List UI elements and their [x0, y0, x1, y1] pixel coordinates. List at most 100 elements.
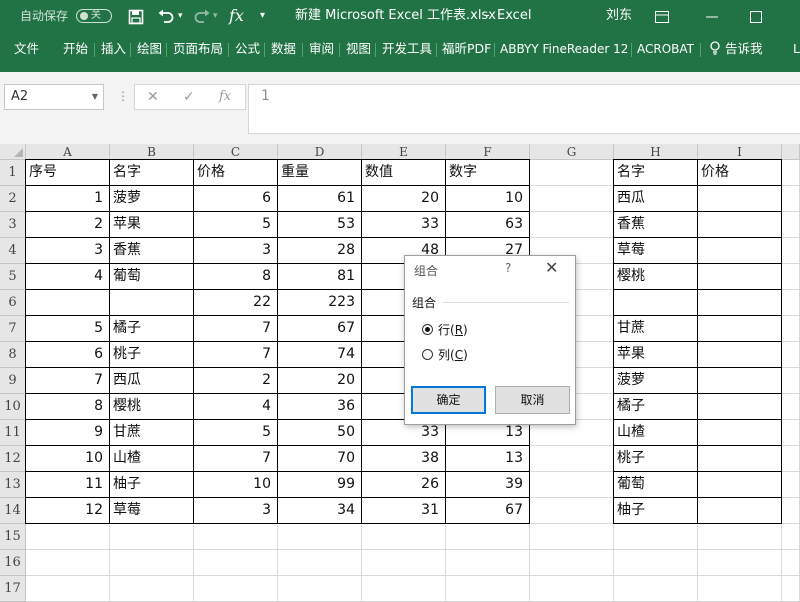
- row-header-8[interactable]: 8: [0, 342, 26, 368]
- cell-f1[interactable]: 数字: [446, 159, 530, 186]
- cell-d11[interactable]: 50: [278, 420, 362, 446]
- cell-h14[interactable]: 柚子: [613, 498, 698, 524]
- cell-a8[interactable]: 6: [25, 342, 110, 368]
- cell-d14[interactable]: 34: [278, 498, 362, 524]
- cell-g16[interactable]: [530, 550, 614, 576]
- tell-me-search[interactable]: 告诉我: [709, 32, 763, 66]
- cell-c12[interactable]: 7: [194, 446, 278, 472]
- cell-e13[interactable]: 26: [362, 472, 446, 498]
- cell-d7[interactable]: 67: [278, 316, 362, 342]
- cell-h13[interactable]: 葡萄: [613, 472, 698, 498]
- cell-c15[interactable]: [194, 524, 278, 550]
- cell-i13[interactable]: [698, 472, 782, 498]
- cell-e1[interactable]: 数值: [362, 159, 446, 186]
- cell-h3[interactable]: 香蕉: [613, 212, 698, 238]
- row-header-5[interactable]: 5: [0, 264, 26, 290]
- cell-i12[interactable]: [698, 446, 782, 472]
- tab-overflow[interactable]: L: [793, 32, 800, 66]
- cell-h2[interactable]: 西瓜: [613, 186, 698, 212]
- cell-j7[interactable]: [782, 316, 800, 342]
- tab-data[interactable]: 数据: [271, 32, 296, 66]
- tab-foxit-pdf[interactable]: 福昕PDF: [442, 32, 491, 66]
- cell-g17[interactable]: [530, 576, 614, 602]
- cell-j14[interactable]: [782, 498, 800, 524]
- cell-h6[interactable]: [613, 290, 698, 316]
- minimize-icon[interactable]: [706, 0, 718, 32]
- cell-j9[interactable]: [782, 368, 800, 394]
- cell-f2[interactable]: 10: [446, 186, 530, 212]
- cell-a5[interactable]: 4: [25, 264, 110, 290]
- cell-d2[interactable]: 61: [278, 186, 362, 212]
- column-header-b[interactable]: B: [110, 144, 194, 160]
- cell-i4[interactable]: [698, 238, 782, 264]
- cell-e17[interactable]: [362, 576, 446, 602]
- cell-j8[interactable]: [782, 342, 800, 368]
- cell-c6[interactable]: 22: [194, 290, 278, 316]
- cell-i9[interactable]: [698, 368, 782, 394]
- cell-j6[interactable]: [782, 290, 800, 316]
- cell-c4[interactable]: 3: [194, 238, 278, 264]
- cell-j5[interactable]: [782, 264, 800, 290]
- cell-b7[interactable]: 橘子: [110, 316, 194, 342]
- cell-d9[interactable]: 20: [278, 368, 362, 394]
- tab-review[interactable]: 审阅: [309, 32, 334, 66]
- cell-f3[interactable]: 63: [446, 212, 530, 238]
- row-header-13[interactable]: 13: [0, 472, 26, 498]
- tab-acrobat[interactable]: ACROBAT: [637, 32, 694, 66]
- tab-view[interactable]: 视图: [346, 32, 371, 66]
- cell-g15[interactable]: [530, 524, 614, 550]
- cell-c2[interactable]: 6: [194, 186, 278, 212]
- cell-h16[interactable]: [614, 550, 698, 576]
- column-header-f[interactable]: F: [446, 144, 530, 160]
- row-header-3[interactable]: 3: [0, 212, 26, 238]
- cell-i10[interactable]: [698, 394, 782, 420]
- cell-a6[interactable]: [25, 290, 110, 316]
- cell-a9[interactable]: 7: [25, 368, 110, 394]
- cell-c16[interactable]: [194, 550, 278, 576]
- cell-e2[interactable]: 20: [362, 186, 446, 212]
- cell-d5[interactable]: 81: [278, 264, 362, 290]
- column-header-g[interactable]: G: [530, 144, 614, 160]
- cell-f15[interactable]: [446, 524, 530, 550]
- dialog-help-button[interactable]: ?: [505, 261, 511, 275]
- cell-a14[interactable]: 12: [25, 498, 110, 524]
- cell-j4[interactable]: [782, 238, 800, 264]
- cell-c1[interactable]: 价格: [194, 159, 278, 186]
- cell-b1[interactable]: 名字: [110, 159, 194, 186]
- cell-g12[interactable]: [530, 446, 614, 472]
- cell-j10[interactable]: [782, 394, 800, 420]
- cell-b6[interactable]: [110, 290, 194, 316]
- cell-h1[interactable]: 名字: [613, 159, 698, 186]
- cell-h10[interactable]: 橘子: [613, 394, 698, 420]
- cell-d4[interactable]: 28: [278, 238, 362, 264]
- cell-b17[interactable]: [110, 576, 194, 602]
- cell-h8[interactable]: 苹果: [613, 342, 698, 368]
- cell-d12[interactable]: 70: [278, 446, 362, 472]
- cell-i8[interactable]: [698, 342, 782, 368]
- cell-h9[interactable]: 菠萝: [613, 368, 698, 394]
- tab-file[interactable]: 文件: [14, 32, 39, 66]
- cell-b12[interactable]: 山楂: [110, 446, 194, 472]
- cell-a17[interactable]: [26, 576, 110, 602]
- column-header-h[interactable]: H: [614, 144, 698, 160]
- row-header-14[interactable]: 14: [0, 498, 26, 524]
- column-header-overflow[interactable]: [782, 144, 800, 160]
- radio-rows-indicator[interactable]: [422, 324, 433, 335]
- cell-h4[interactable]: 草莓: [613, 238, 698, 264]
- cell-b16[interactable]: [110, 550, 194, 576]
- cell-a1[interactable]: 序号: [25, 159, 110, 186]
- cell-b15[interactable]: [110, 524, 194, 550]
- cell-i1[interactable]: 价格: [698, 159, 782, 186]
- cell-b14[interactable]: 草莓: [110, 498, 194, 524]
- cell-c9[interactable]: 2: [194, 368, 278, 394]
- cell-b2[interactable]: 菠萝: [110, 186, 194, 212]
- cell-c8[interactable]: 7: [194, 342, 278, 368]
- cell-b4[interactable]: 香蕉: [110, 238, 194, 264]
- cell-g14[interactable]: [530, 498, 614, 524]
- tab-draw[interactable]: 绘图: [137, 32, 162, 66]
- redo-icon[interactable]: [193, 0, 211, 32]
- cell-d1[interactable]: 重量: [278, 159, 362, 186]
- cell-g1[interactable]: [530, 160, 614, 186]
- cell-j16[interactable]: [782, 550, 800, 576]
- row-header-12[interactable]: 12: [0, 446, 26, 472]
